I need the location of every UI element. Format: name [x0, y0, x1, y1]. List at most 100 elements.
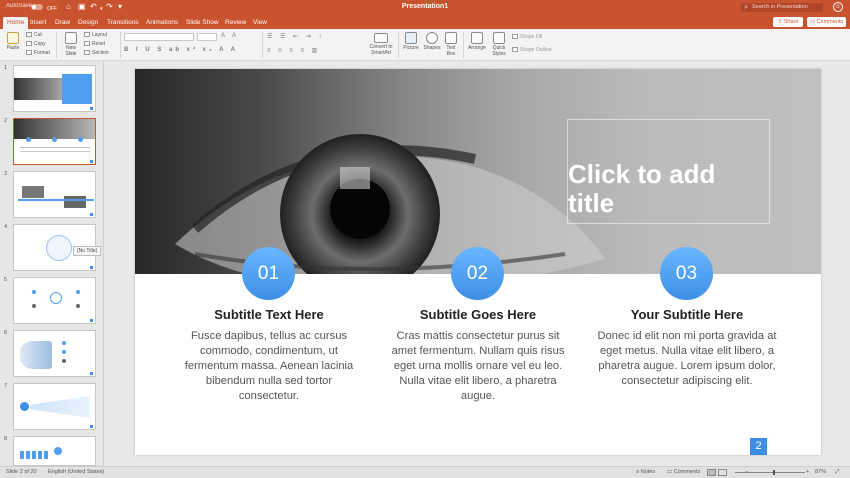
slide-thumbnail[interactable] — [13, 436, 96, 466]
slide-thumbnails-panel[interactable]: 1 2 3 4 5 6 7 8 (No Title) — [0, 61, 104, 466]
thumbnail-tooltip: (No Title) — [73, 246, 102, 256]
picture-label: Picture — [403, 45, 419, 51]
share-button[interactable]: ⇪ Share — [773, 17, 803, 27]
comment-icon: ▭ — [667, 469, 674, 475]
reset-button[interactable]: Reset — [84, 41, 105, 47]
format-painter-button[interactable]: Format — [26, 50, 50, 56]
paint-bucket-icon — [512, 34, 518, 40]
thumb-diagram — [46, 235, 72, 261]
slide-title[interactable]: Click to add title — [568, 160, 768, 218]
column-2-title[interactable]: Subtitle Goes Here — [388, 307, 568, 322]
tab-design[interactable]: Design — [74, 17, 102, 28]
zoom-slider-handle[interactable] — [773, 470, 775, 475]
language-indicator[interactable]: English (United States) — [48, 469, 104, 475]
thumb-image — [22, 186, 44, 198]
title-placeholder[interactable]: Click to add title — [567, 119, 770, 224]
new-slide-icon — [65, 32, 77, 44]
column-1-title[interactable]: Subtitle Text Here — [179, 307, 359, 322]
font-name-select[interactable] — [124, 33, 194, 41]
layout-button[interactable]: Layout — [84, 32, 107, 38]
share-label: Share — [783, 19, 799, 25]
quick-styles-label: Quick Styles — [492, 45, 506, 57]
slide-number: 4 — [4, 224, 8, 230]
tab-view[interactable]: View — [249, 17, 271, 28]
reset-label: Reset — [92, 41, 106, 47]
ribbon-divider — [463, 32, 464, 58]
comments-button[interactable]: ▭ Comments — [807, 17, 846, 27]
tab-transitions[interactable]: Transitions — [103, 17, 143, 28]
shapes-icon — [426, 32, 438, 44]
slide-counter: Slide 2 of 20 — [6, 469, 37, 475]
tab-home[interactable]: Home — [3, 17, 29, 29]
thumb-marker — [90, 266, 93, 269]
slide-thumbnail[interactable] — [13, 65, 96, 112]
thumb-dot — [62, 350, 66, 354]
fit-to-window-icon[interactable]: ⤢ — [835, 469, 839, 476]
tab-draw[interactable]: Draw — [51, 17, 74, 28]
thumb-dot — [62, 341, 66, 345]
step-circle-1: 01 — [242, 247, 295, 300]
thumb-dot — [32, 304, 36, 308]
thumb-marker — [90, 107, 93, 110]
font-style-icons[interactable]: B I U S ab x² x₂ A A — [124, 47, 238, 53]
thumb-dot — [32, 290, 36, 294]
search-input[interactable]: ⌕ Search in Presentation — [741, 3, 823, 12]
slide-thumbnail[interactable] — [13, 383, 96, 430]
comments-label: Comments — [816, 19, 844, 25]
section-button[interactable]: Section — [84, 50, 109, 56]
align-icons[interactable]: ≡ ≡ ≡ ≡ ▥ — [267, 47, 320, 54]
thumb-marker — [90, 425, 93, 428]
tab-slide-show[interactable]: Slide Show — [182, 17, 223, 28]
list-icons[interactable]: ☰ ☰ ⇤ ⇥ ↕ — [267, 33, 324, 40]
slide-thumbnail-selected[interactable] — [13, 118, 96, 165]
ribbon-divider — [120, 32, 121, 58]
shapes-button[interactable]: Shapes — [423, 32, 441, 51]
slide-thumbnail[interactable] — [13, 277, 96, 324]
status-bar: Slide 2 of 20 English (United States) ≡ … — [0, 466, 850, 478]
thumb-line — [18, 199, 94, 201]
slide-number: 5 — [4, 277, 8, 283]
shape-fill-button[interactable]: Shape Fill — [512, 34, 542, 40]
text-box-button[interactable]: Text Box — [443, 32, 459, 57]
font-size-select[interactable] — [197, 33, 217, 41]
pen-icon — [512, 47, 518, 53]
slide-thumbnail[interactable] — [13, 171, 96, 218]
notes-button[interactable]: ≡ Notes — [636, 469, 655, 475]
layout-label: Layout — [92, 32, 108, 38]
thumb-dot — [62, 359, 66, 363]
tab-animations[interactable]: Animations — [142, 17, 182, 28]
column-3-title[interactable]: Your Subtitle Here — [597, 307, 777, 322]
tab-insert[interactable]: Insert — [26, 17, 50, 28]
cut-label: Cut — [34, 32, 42, 38]
account-icon[interactable]: ☺ — [833, 2, 843, 12]
thumb-marker — [90, 213, 93, 216]
shape-outline-button[interactable]: Shape Outline — [512, 47, 552, 53]
new-slide-button[interactable]: New Slide — [60, 32, 82, 57]
slide-sorter-button[interactable] — [718, 469, 727, 476]
cut-button[interactable]: Cut — [26, 32, 42, 38]
zoom-in-icon[interactable]: + — [806, 469, 809, 475]
copy-button[interactable]: Copy — [26, 41, 46, 47]
paste-button[interactable]: Paste — [4, 32, 22, 51]
quick-styles-button[interactable]: Quick Styles — [489, 32, 509, 57]
tab-review[interactable]: Review — [221, 17, 250, 28]
normal-view-button[interactable] — [707, 469, 716, 476]
zoom-level[interactable]: 87% — [815, 469, 826, 475]
column-3-body[interactable]: Donec id elit non mi porta gravida at eg… — [597, 329, 777, 389]
column-1-body[interactable]: Fusce dapibus, tellus ac cursus commodo,… — [179, 329, 359, 404]
arrange-button[interactable]: Arrange — [467, 32, 487, 51]
slide-canvas[interactable]: Click to add title 01 02 03 Subtitle Tex… — [135, 69, 821, 455]
thumb-bars — [20, 451, 50, 459]
picture-icon — [405, 32, 417, 44]
slide-thumbnail[interactable] — [13, 330, 96, 377]
search-placeholder: Search in Presentation — [752, 4, 808, 10]
zoom-slider[interactable] — [735, 472, 805, 473]
comments-status-button[interactable]: ▭ Comments — [667, 469, 700, 475]
picture-button[interactable]: Picture — [402, 32, 420, 51]
notes-label: Notes — [640, 469, 656, 475]
convert-to-smartart-button[interactable]: Convert to SmartArt — [368, 33, 394, 56]
column-2-body[interactable]: Cras mattis consectetur purus sit amet f… — [388, 329, 568, 404]
thumb-image — [14, 78, 64, 100]
shapes-label: Shapes — [423, 45, 441, 51]
font-size-icons[interactable]: A A — [221, 33, 239, 39]
